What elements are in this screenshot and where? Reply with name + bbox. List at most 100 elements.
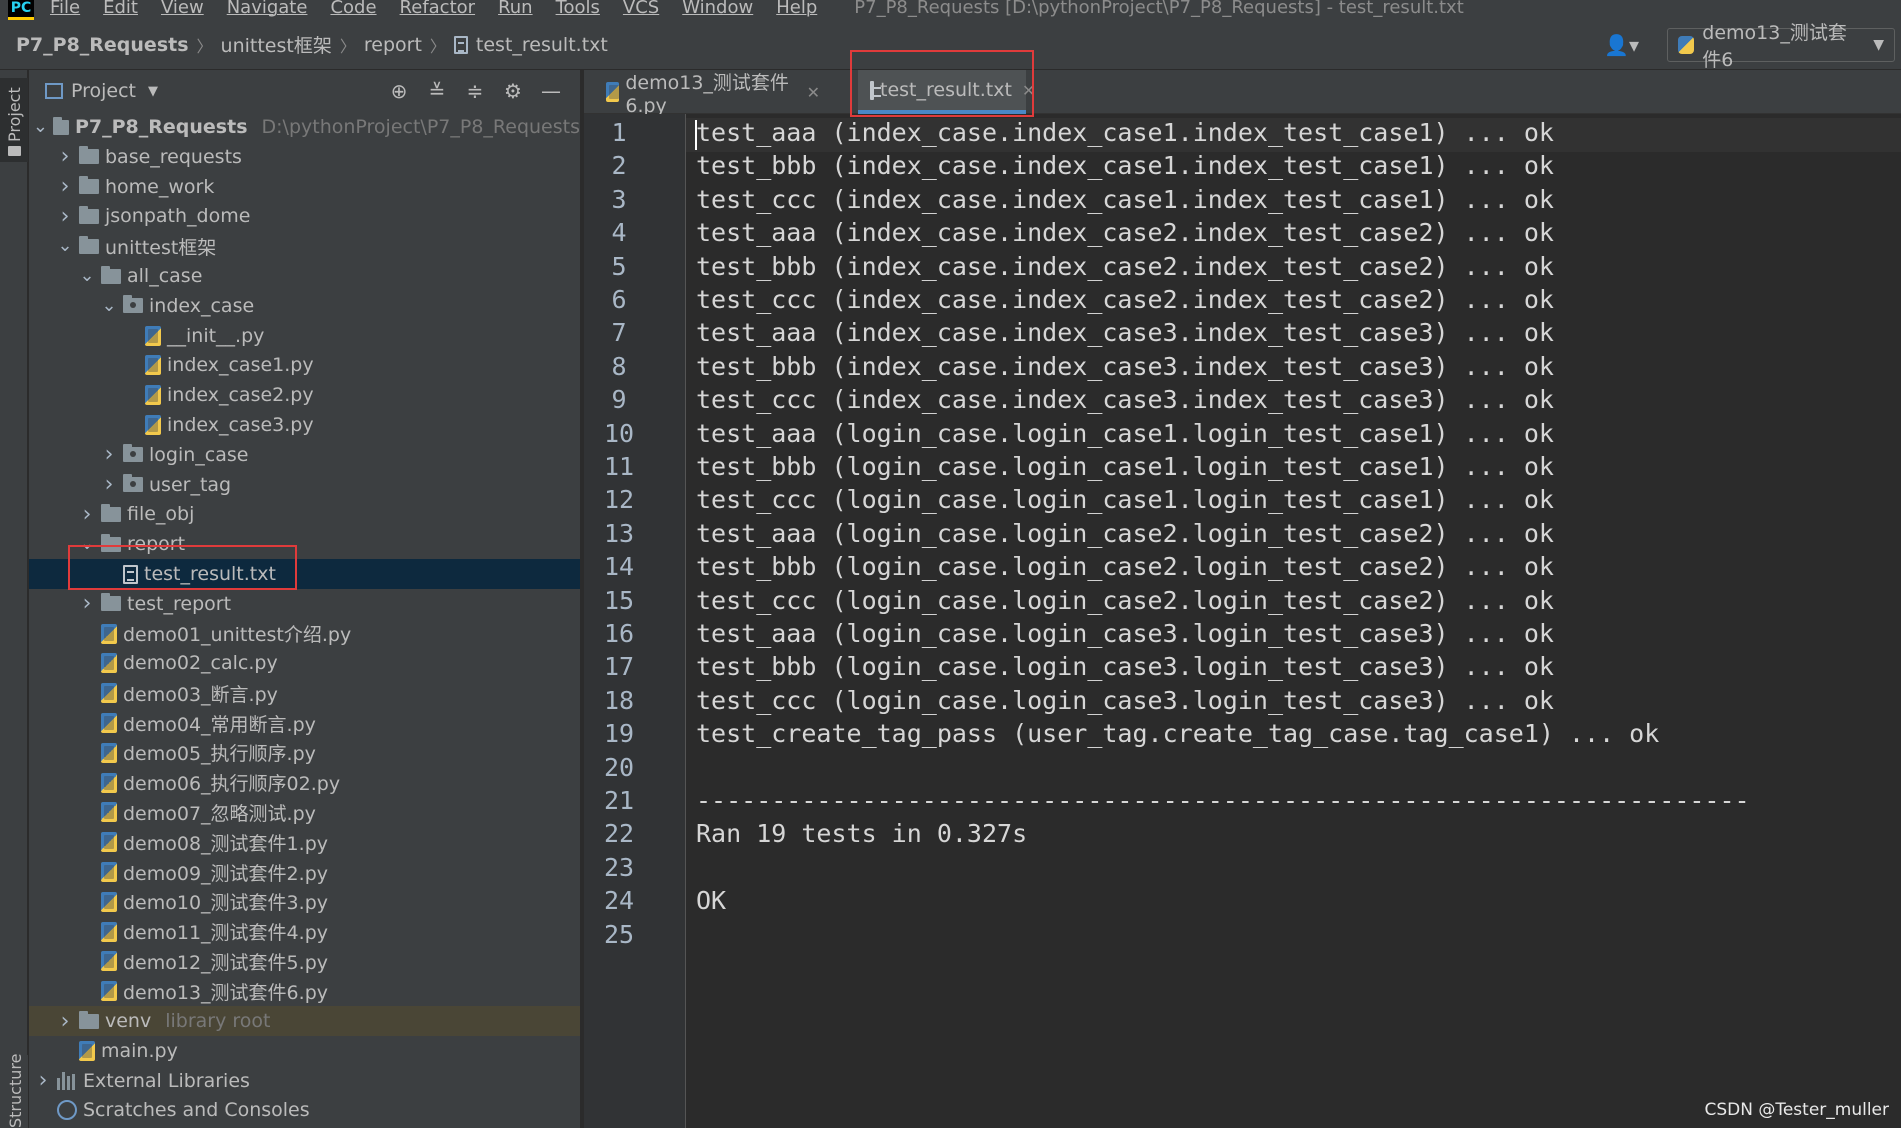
- tree-item[interactable]: ›demo08_测试套件1.py: [29, 827, 580, 857]
- tree-item[interactable]: › venv library root: [29, 1006, 580, 1036]
- tree-item[interactable]: › user_tag: [29, 470, 580, 500]
- code-line[interactable]: test_ccc (login_case.login_case1.login_t…: [696, 485, 1554, 514]
- menu-file[interactable]: File: [50, 0, 80, 17]
- tree-item[interactable]: ⌄ P7_P8_Requests D:\pythonProject\P7_P8_Re…: [29, 112, 580, 142]
- code-line[interactable]: test_aaa (login_case.login_case2.login_t…: [696, 519, 1554, 548]
- code-line[interactable]: OK: [696, 886, 726, 915]
- tree-item[interactable]: › home_work: [29, 172, 580, 202]
- tree-item[interactable]: ›demo05_执行顺序.py: [29, 738, 580, 768]
- structure-tool-tab[interactable]: Structure: [0, 1054, 28, 1128]
- menu-refactor[interactable]: Refactor: [400, 0, 476, 17]
- chevron-down-icon[interactable]: ⌄: [55, 237, 75, 255]
- tree-item[interactable]: › test_report: [29, 589, 580, 619]
- code-line[interactable]: test_bbb (login_case.login_case2.login_t…: [696, 552, 1554, 581]
- chevron-right-icon[interactable]: ›: [77, 502, 97, 527]
- code-line[interactable]: test_aaa (index_case.index_case2.index_t…: [696, 218, 1554, 247]
- tree-item[interactable]: ›demo01_unittest介绍.py: [29, 619, 580, 649]
- folder-icon: [101, 265, 121, 284]
- menu-view[interactable]: View: [161, 0, 204, 17]
- run-configuration-selector[interactable]: demo13_测试套件6 ▼: [1667, 22, 1895, 71]
- chevron-right-icon[interactable]: ›: [55, 144, 75, 169]
- tree-item[interactable]: ›demo09_测试套件2.py: [29, 857, 580, 887]
- tree-item[interactable]: › External Libraries: [29, 1066, 580, 1096]
- tree-item[interactable]: ›demo11_测试套件4.py: [29, 917, 580, 947]
- tree-item[interactable]: › jsonpath_dome: [29, 201, 580, 231]
- tree-item[interactable]: ›demo02_calc.py: [29, 648, 580, 678]
- tree-item[interactable]: › login_case: [29, 440, 580, 470]
- chevron-down-icon[interactable]: ⌄: [32, 118, 48, 136]
- chevron-right-icon[interactable]: ›: [99, 442, 119, 467]
- tree-item[interactable]: › file_obj: [29, 499, 580, 529]
- breadcrumb-unittest[interactable]: unittest框架: [221, 31, 332, 58]
- tree-item[interactable]: ›Scratches and Consoles: [29, 1095, 580, 1125]
- chevron-right-icon[interactable]: ›: [33, 1068, 53, 1093]
- code-line[interactable]: test_create_tag_pass (user_tag.create_ta…: [696, 719, 1659, 748]
- menu-window[interactable]: Window: [682, 0, 753, 17]
- menu-help[interactable]: Help: [776, 0, 817, 17]
- locate-icon[interactable]: ⊕: [380, 79, 418, 103]
- tree-item[interactable]: ›demo13_测试套件6.py: [29, 976, 580, 1006]
- tree-item[interactable]: › base_requests: [29, 142, 580, 172]
- tree-item[interactable]: ›demo03_断言.py: [29, 678, 580, 708]
- person-dropdown-icon[interactable]: 👤▾: [1604, 33, 1639, 57]
- minimize-icon[interactable]: —: [532, 79, 570, 103]
- tree-item[interactable]: ›demo12_测试套件5.py: [29, 946, 580, 976]
- chevron-right-icon[interactable]: ›: [77, 591, 97, 616]
- tree-item[interactable]: ›index_case2.py: [29, 380, 580, 410]
- tree-item[interactable]: ›index_case3.py: [29, 410, 580, 440]
- breadcrumb-project[interactable]: P7_P8_Requests: [0, 34, 189, 56]
- menu-tools[interactable]: Tools: [556, 0, 600, 17]
- menu-run[interactable]: Run: [498, 0, 533, 17]
- code-line[interactable]: test_ccc (login_case.login_case3.login_t…: [696, 686, 1554, 715]
- code-line[interactable]: Ran 19 tests in 0.327s: [696, 819, 1027, 848]
- code-line[interactable]: test_ccc (index_case.index_case3.index_t…: [696, 385, 1554, 414]
- breadcrumb-report[interactable]: report: [364, 34, 422, 56]
- tree-item[interactable]: ›demo07_忽略测试.py: [29, 797, 580, 827]
- code-line[interactable]: test_bbb (login_case.login_case3.login_t…: [696, 652, 1554, 681]
- code-line[interactable]: test_aaa (login_case.login_case3.login_t…: [696, 619, 1554, 648]
- code-line[interactable]: test_aaa (index_case.index_case3.index_t…: [696, 318, 1554, 347]
- gear-icon[interactable]: ⚙: [494, 79, 532, 103]
- code-line[interactable]: test_bbb (login_case.login_case1.login_t…: [696, 452, 1554, 481]
- menu-edit[interactable]: Edit: [103, 0, 138, 17]
- tree-item[interactable]: ›demo10_测试套件3.py: [29, 887, 580, 917]
- editor-area: demo13_测试套件6.py ✕ test_result.txt ✕ 1234…: [584, 50, 1901, 1128]
- menu-vcs[interactable]: VCS: [623, 0, 659, 17]
- code-line[interactable]: test_aaa (index_case.index_case1.index_t…: [696, 118, 1554, 147]
- python-file-icon: [145, 385, 161, 406]
- code-line[interactable]: test_ccc (index_case.index_case1.index_t…: [696, 185, 1554, 214]
- tree-item[interactable]: ›demo06_执行顺序02.py: [29, 768, 580, 798]
- chevron-down-icon[interactable]: ⌄: [77, 267, 97, 285]
- menu-code[interactable]: Code: [330, 0, 376, 17]
- tree-item[interactable]: ›demo04_常用断言.py: [29, 708, 580, 738]
- expand-all-icon[interactable]: ≚: [418, 79, 456, 103]
- chevron-down-icon[interactable]: ▼: [148, 84, 158, 99]
- tree-item[interactable]: ›__init__.py: [29, 321, 580, 351]
- chevron-right-icon[interactable]: ›: [55, 174, 75, 199]
- chevron-right-icon[interactable]: ›: [99, 472, 119, 497]
- project-panel-title[interactable]: Project: [71, 80, 136, 102]
- tree-item[interactable]: ›index_case1.py: [29, 350, 580, 380]
- tree-item-label: demo04_常用断言.py: [123, 713, 316, 736]
- chevron-right-icon[interactable]: ›: [55, 1009, 75, 1034]
- collapse-all-icon[interactable]: ≑: [456, 79, 494, 103]
- code-line[interactable]: test_bbb (index_case.index_case2.index_t…: [696, 252, 1554, 281]
- code-line[interactable]: ----------------------------------------…: [696, 786, 1750, 815]
- code-line[interactable]: test_aaa (login_case.login_case1.login_t…: [696, 419, 1554, 448]
- tab-demo13[interactable]: demo13_测试套件6.py ✕: [594, 70, 820, 117]
- menu-navigate[interactable]: Navigate: [227, 0, 308, 17]
- code-line[interactable]: test_bbb (index_case.index_case1.index_t…: [696, 151, 1554, 180]
- tree-item[interactable]: ⌄ index_case: [29, 291, 580, 321]
- tree-item[interactable]: ⌄ unittest框架: [29, 231, 580, 261]
- project-tool-tab[interactable]: Project: [0, 78, 28, 162]
- code-line[interactable]: test_ccc (index_case.index_case2.index_t…: [696, 285, 1554, 314]
- chevron-down-icon[interactable]: ⌄: [99, 296, 119, 314]
- code-line[interactable]: test_ccc (login_case.login_case2.login_t…: [696, 586, 1554, 615]
- code-line[interactable]: test_bbb (index_case.index_case3.index_t…: [696, 352, 1554, 381]
- chevron-right-icon[interactable]: ›: [55, 204, 75, 229]
- package-folder-icon: [123, 295, 143, 314]
- close-icon[interactable]: ✕: [807, 83, 820, 102]
- tree-item[interactable]: ⌄ all_case: [29, 261, 580, 291]
- breadcrumb-file[interactable]: test_result.txt: [476, 34, 608, 56]
- tree-item[interactable]: ›main.py: [29, 1036, 580, 1066]
